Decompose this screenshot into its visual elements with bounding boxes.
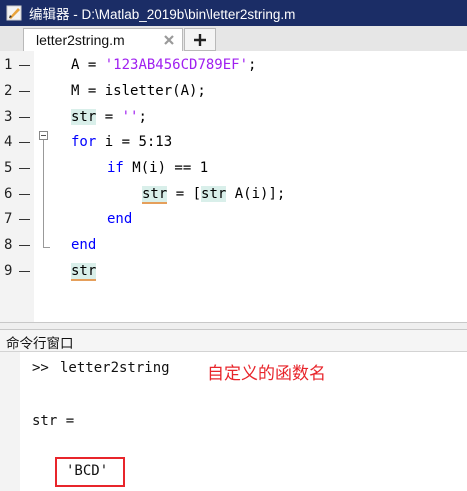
- code-line-3: str = '';: [71, 108, 147, 126]
- command-input-text: letter2string: [60, 360, 170, 376]
- fold-toggle-icon[interactable]: [39, 131, 48, 140]
- breakpoint-marker[interactable]: [19, 142, 30, 143]
- code-line-4: for i = 5:13: [71, 133, 172, 151]
- breakpoint-marker[interactable]: [19, 194, 30, 195]
- keyword: for: [71, 134, 97, 150]
- editor-tab-bar: letter2string.m: [0, 26, 467, 52]
- line-number: 7: [4, 211, 13, 227]
- code-token: ;: [138, 109, 147, 125]
- code-token: A(i)];: [226, 186, 286, 202]
- variable-highlight: str: [71, 263, 97, 281]
- fold-guide: [43, 140, 44, 247]
- line-number: 4: [4, 134, 13, 150]
- line-number: 8: [4, 237, 13, 253]
- tab-letter2string[interactable]: letter2string.m: [23, 28, 183, 51]
- code-line-6: str = [str A(i)];: [142, 185, 286, 204]
- line-number: 1: [4, 57, 13, 73]
- keyword: end: [107, 211, 133, 227]
- annotation-highlight-box: [55, 457, 125, 487]
- output-variable: str =: [32, 413, 75, 429]
- variable-highlight: str: [201, 186, 227, 202]
- command-window-gutter: [0, 352, 20, 491]
- variable-highlight: str: [71, 109, 97, 125]
- code-line-9: str: [71, 262, 97, 281]
- panel-splitter[interactable]: [0, 322, 467, 330]
- code-token: = [: [167, 186, 202, 202]
- command-window-header: 命令行窗口: [0, 330, 467, 352]
- window-title: 编辑器 - D:\Matlab_2019b\bin\letter2string.…: [29, 7, 296, 22]
- editor-app-icon: [5, 4, 23, 22]
- annotation-text: 自定义的函数名: [207, 364, 326, 384]
- code-token: i = 5:13: [96, 134, 173, 150]
- editor-gutter: 1 2 3 4 5 6 7 8 9: [0, 51, 34, 322]
- add-tab-button[interactable]: [184, 28, 216, 51]
- code-token: =: [79, 57, 105, 73]
- code-token: ;: [248, 57, 257, 73]
- variable-highlight: str: [142, 186, 168, 204]
- breakpoint-marker[interactable]: [19, 65, 30, 66]
- fold-guide-end: [43, 247, 50, 248]
- line-number: 5: [4, 160, 13, 176]
- line-number: 2: [4, 83, 13, 99]
- breakpoint-marker[interactable]: [19, 271, 30, 272]
- breakpoint-marker[interactable]: [19, 168, 30, 169]
- line-number: 9: [4, 263, 13, 279]
- keyword: end: [71, 237, 97, 253]
- code-line-2: M = isletter(A);: [71, 83, 206, 99]
- line-number: 6: [4, 186, 13, 202]
- breakpoint-marker[interactable]: [19, 117, 30, 118]
- breakpoint-marker[interactable]: [19, 91, 30, 92]
- breakpoint-marker[interactable]: [19, 219, 30, 220]
- plus-icon: [194, 33, 206, 46]
- code-line-7: end: [107, 210, 132, 228]
- code-token: =: [96, 109, 122, 125]
- command-window-title: 命令行窗口: [6, 336, 74, 352]
- close-tab-icon[interactable]: [161, 32, 177, 48]
- breakpoint-marker[interactable]: [19, 245, 30, 246]
- string-literal: '': [121, 109, 139, 125]
- code-line-1: A = '123AB456CD789EF';: [71, 56, 256, 74]
- keyword: if: [107, 160, 124, 176]
- code-token: M(i) == 1: [123, 160, 209, 176]
- code-line-5: if M(i) == 1: [107, 159, 208, 177]
- command-prompt: >>: [32, 360, 49, 376]
- window-titlebar: 编辑器 - D:\Matlab_2019b\bin\letter2string.…: [0, 0, 467, 26]
- string-literal: '123AB456CD789EF': [104, 57, 249, 73]
- code-editor[interactable]: A = '123AB456CD789EF'; M = isletter(A); …: [34, 51, 467, 322]
- line-number: 3: [4, 109, 13, 125]
- tab-label: letter2string.m: [36, 32, 125, 48]
- code-line-8: end: [71, 236, 96, 254]
